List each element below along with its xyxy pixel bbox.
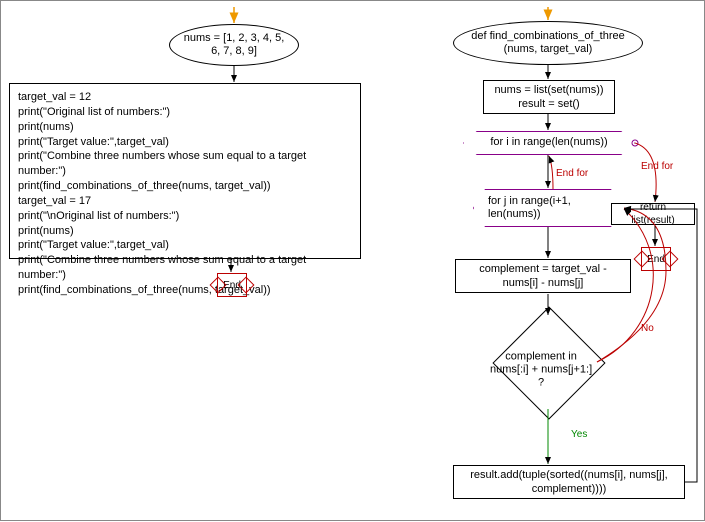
right-result-add-text: result.add(tuple(sorted((nums[i], nums[j… <box>460 468 678 497</box>
right-def-ellipse: def find_combinations_of_three (nums, ta… <box>453 21 643 65</box>
right-complement-rect: complement = target_val - nums[i] - nums… <box>455 259 631 293</box>
left-end-text: End <box>223 280 241 291</box>
left-body-line-11: print(find_combinations_of_three(nums, t… <box>18 283 352 298</box>
right-for-i-hex: for i in range(len(nums)) <box>463 131 635 155</box>
right-complement-text: complement = target_val - nums[i] - nums… <box>462 262 624 291</box>
left-body-line-10: print("Combine three numbers whose sum e… <box>18 253 352 283</box>
left-body-line-5: print(find_combinations_of_three(nums, t… <box>18 179 352 194</box>
left-body-line-2: print(nums) <box>18 120 352 135</box>
right-init-text: nums = list(set(nums)) result = set() <box>494 83 603 112</box>
left-start-ellipse: nums = [1, 2, 3, 4, 5, 6, 7, 8, 9] <box>169 24 299 66</box>
left-body-line-7: print("\nOriginal list of numbers:") <box>18 209 352 224</box>
right-for-i-text: for i in range(len(nums)) <box>490 136 607 149</box>
left-body-line-1: print("Original list of numbers:") <box>18 105 352 120</box>
label-end-for-outer: End for <box>641 161 673 172</box>
right-init-rect: nums = list(set(nums)) result = set() <box>483 80 615 114</box>
label-yes: Yes <box>571 429 587 440</box>
right-decision-diamond: complement in nums[:i] + nums[j+1:] ? <box>492 306 605 419</box>
label-end-for-inner: End for <box>556 168 588 179</box>
left-body-line-9: print("Target value:",target_val) <box>18 238 352 253</box>
right-def-text: def find_combinations_of_three (nums, ta… <box>462 30 634 56</box>
left-body-rect: target_val = 12 print("Original list of … <box>9 83 361 259</box>
left-body-line-6: target_val = 17 <box>18 194 352 209</box>
label-no: No <box>641 323 654 334</box>
right-end-text: End <box>647 254 665 265</box>
right-for-j-hex: for j in range(i+1, len(nums)) <box>473 189 623 227</box>
left-end-node: End <box>217 273 247 297</box>
left-body-line-3: print("Target value:",target_val) <box>18 135 352 150</box>
left-body-line-0: target_val = 12 <box>18 90 352 105</box>
left-start-text: nums = [1, 2, 3, 4, 5, 6, 7, 8, 9] <box>178 32 290 58</box>
right-return-text: return list(result) <box>618 201 688 227</box>
left-body-line-4: print("Combine three numbers whose sum e… <box>18 149 352 179</box>
left-body-line-8: print(nums) <box>18 224 352 239</box>
right-end-node: End <box>641 247 671 271</box>
flowchart-canvas: nums = [1, 2, 3, 4, 5, 6, 7, 8, 9] targe… <box>1 1 704 520</box>
right-return-rect: return list(result) <box>611 203 695 225</box>
right-for-j-text: for j in range(i+1, len(nums)) <box>488 195 608 221</box>
right-result-add-rect: result.add(tuple(sorted((nums[i], nums[j… <box>453 465 685 499</box>
right-decision-text: complement in nums[:i] + nums[j+1:] ? <box>486 351 595 391</box>
